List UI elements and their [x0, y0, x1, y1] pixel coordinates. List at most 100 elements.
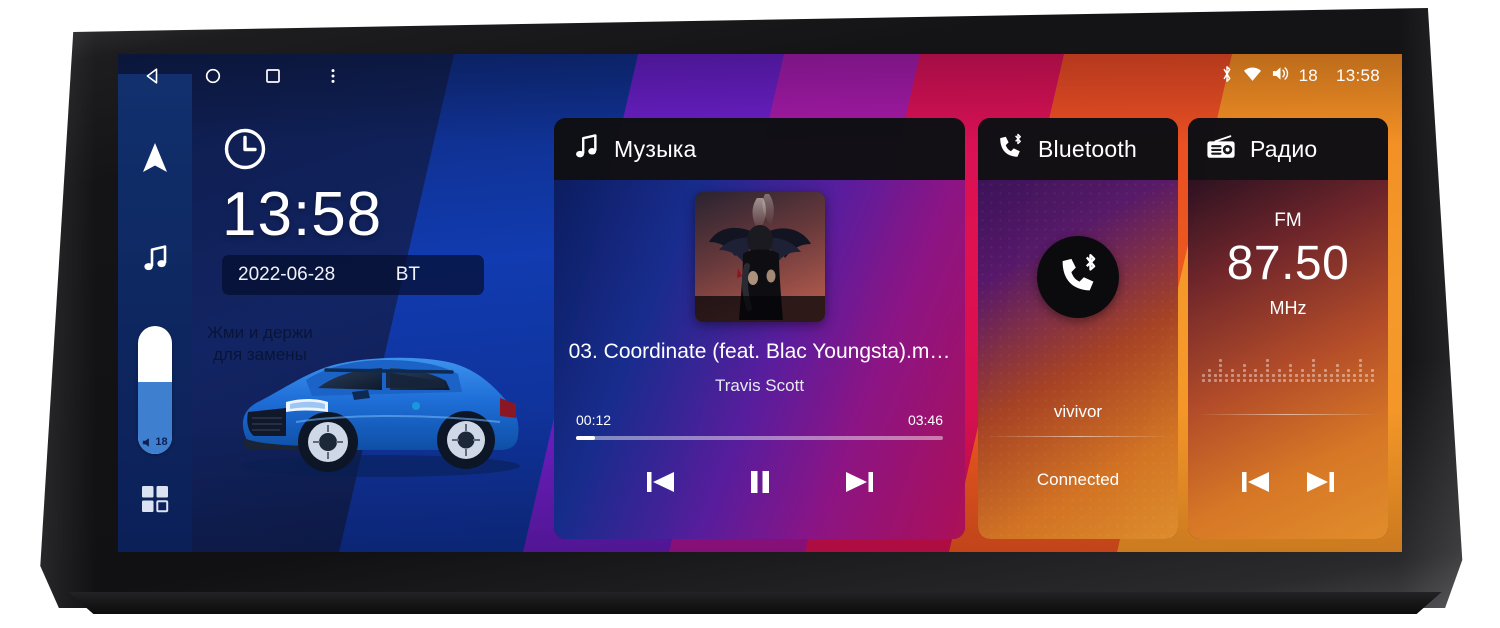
- progress-bar[interactable]: [576, 436, 943, 440]
- bluetooth-divider: [990, 436, 1166, 437]
- clock-time: 13:58: [222, 180, 383, 249]
- radio-scale-tick: [1324, 369, 1328, 382]
- vehicle-hint-line-2: для замены: [213, 345, 307, 364]
- phone-bluetooth-icon: [996, 133, 1024, 166]
- radio-panel[interactable]: Радио FM 87.50 MHz: [1188, 118, 1388, 539]
- bluetooth-status: Connected: [1036, 470, 1120, 489]
- volume-slider-badge: 18: [138, 436, 172, 448]
- apps-grid-icon: [140, 484, 170, 519]
- radio-scale-tick: [1347, 369, 1351, 382]
- bluetooth-icon: [1220, 65, 1234, 88]
- bluetooth-panel[interactable]: Bluetooth vivivor Connected: [978, 118, 1178, 539]
- vehicle-widget[interactable]: Жми и держи для замены: [178, 312, 558, 522]
- clock-widget[interactable]: 13:58 2022-06-28 BT: [222, 126, 492, 295]
- music-panel-header[interactable]: Музыка: [554, 118, 965, 180]
- bluetooth-device-name: vivivor: [1053, 402, 1103, 421]
- status-clock: 13:58: [1335, 66, 1380, 85]
- radio-scale-tick: [1289, 364, 1293, 382]
- recents-square-icon[interactable]: [262, 65, 284, 87]
- radio-scale-tick: [1364, 374, 1368, 382]
- volume-icon: [1271, 65, 1290, 87]
- volume-slider[interactable]: 18: [138, 326, 172, 454]
- skip-previous-icon[interactable]: [1239, 468, 1271, 496]
- radio-scale-tick: [1335, 364, 1339, 382]
- volume-slider-value: 18: [155, 436, 168, 448]
- radio-scale-tick: [1231, 369, 1235, 382]
- bluetooth-panel-body: vivivor Connected: [978, 180, 1178, 539]
- track-title: 03. Coordinate (feat. Blac Youngsta).m…: [568, 340, 951, 363]
- music-note-icon: [140, 244, 170, 279]
- home-circle-icon[interactable]: [202, 65, 224, 87]
- skip-previous-icon[interactable]: [644, 468, 676, 496]
- back-triangle-icon[interactable]: [142, 65, 164, 87]
- radio-scale-tick: [1277, 369, 1281, 382]
- overflow-menu-icon[interactable]: [322, 65, 344, 87]
- bluetooth-panel-title: Bluetooth: [1038, 135, 1137, 162]
- sidebar-item-navigation[interactable]: [118, 142, 192, 179]
- progress-times: 00:12 03:46: [576, 412, 943, 428]
- music-panel-body: 03. Coordinate (feat. Blac Youngsta).m… …: [554, 180, 965, 539]
- radio-scale-tick: [1248, 374, 1252, 382]
- status-volume-level: 18: [1298, 66, 1318, 85]
- wifi-icon: [1243, 66, 1262, 87]
- skip-next-icon[interactable]: [1305, 468, 1337, 496]
- skip-next-icon[interactable]: [844, 468, 876, 496]
- clock-date-bar: 2022-06-28 BT: [222, 255, 484, 295]
- duration-time: 03:46: [907, 412, 943, 428]
- elapsed-time: 00:12: [576, 412, 612, 428]
- radio-panel-title: Радио: [1250, 135, 1318, 162]
- radio-panel-header[interactable]: Радио: [1188, 118, 1388, 180]
- radio-scale-tick: [1329, 374, 1333, 382]
- radio-scale-tick: [1265, 359, 1269, 382]
- radio-panel-body: FM 87.50 MHz: [1188, 180, 1388, 539]
- radio-scale-tick: [1341, 374, 1345, 382]
- system-bar: 18 13:58: [118, 54, 1402, 98]
- radio-scale-tick: [1312, 359, 1316, 382]
- radio-scale-tick: [1254, 369, 1258, 382]
- clock-source-label: BT: [395, 264, 420, 285]
- music-panel-title: Музыка: [614, 135, 697, 162]
- music-controls: [554, 468, 965, 496]
- radio-divider: [1200, 414, 1376, 415]
- status-bar: 18 13:58: [1220, 65, 1402, 88]
- car-head-unit-device: 18 13:58 18 13:58 2022-06-28 BT Жми и де…: [0, 0, 1500, 628]
- radio-scale-tick: [1260, 374, 1264, 382]
- radio-scale-tick: [1306, 374, 1310, 382]
- left-sidebar: 18: [118, 74, 192, 552]
- volume-speaker-icon: [143, 437, 150, 447]
- sidebar-item-apps[interactable]: [118, 484, 192, 519]
- bluetooth-call-button[interactable]: [1037, 236, 1119, 318]
- music-note-icon: [572, 133, 600, 166]
- radio-scale-tick: [1358, 359, 1362, 382]
- sidebar-item-music[interactable]: [118, 244, 192, 279]
- navigation-arrow-icon: [140, 142, 170, 179]
- album-art[interactable]: [694, 192, 825, 322]
- music-panel[interactable]: Музыка 03. Coordinate (feat. Blac Youngs…: [554, 118, 965, 539]
- radio-scale-tick: [1219, 359, 1223, 382]
- radio-scale-tick: [1213, 374, 1217, 382]
- infotainment-screen: 18 13:58 18 13:58 2022-06-28 BT Жми и де…: [118, 54, 1402, 552]
- radio-scale-tick: [1202, 374, 1205, 382]
- radio-scale-tick: [1225, 374, 1229, 382]
- progress-bar-fill: [576, 436, 596, 440]
- radio-scale-tick: [1300, 369, 1304, 382]
- radio-frequency-scale[interactable]: [1202, 340, 1374, 382]
- clock-circle-icon: [222, 126, 492, 177]
- radio-scale-tick: [1283, 374, 1287, 382]
- bluetooth-panel-header[interactable]: Bluetooth: [978, 118, 1178, 180]
- phone-bluetooth-icon: [1056, 253, 1100, 302]
- radio-controls: [1188, 468, 1388, 496]
- radio-scale-tick: [1242, 364, 1246, 382]
- pause-icon[interactable]: [747, 468, 773, 496]
- android-nav-buttons: [118, 65, 344, 87]
- radio-frequency: 87.50: [1226, 237, 1350, 290]
- radio-icon: [1206, 134, 1236, 165]
- vehicle-hint-line-1: Жми и держи: [207, 323, 313, 342]
- vehicle-widget-hint: Жми и держи для замены: [190, 322, 330, 366]
- radio-scale-tick: [1353, 374, 1357, 382]
- device-stand: [68, 592, 1442, 614]
- radio-scale-tick: [1271, 374, 1275, 382]
- radio-scale-tick: [1236, 374, 1240, 382]
- radio-scale-tick: [1207, 369, 1211, 382]
- clock-date: 2022-06-28: [238, 264, 336, 285]
